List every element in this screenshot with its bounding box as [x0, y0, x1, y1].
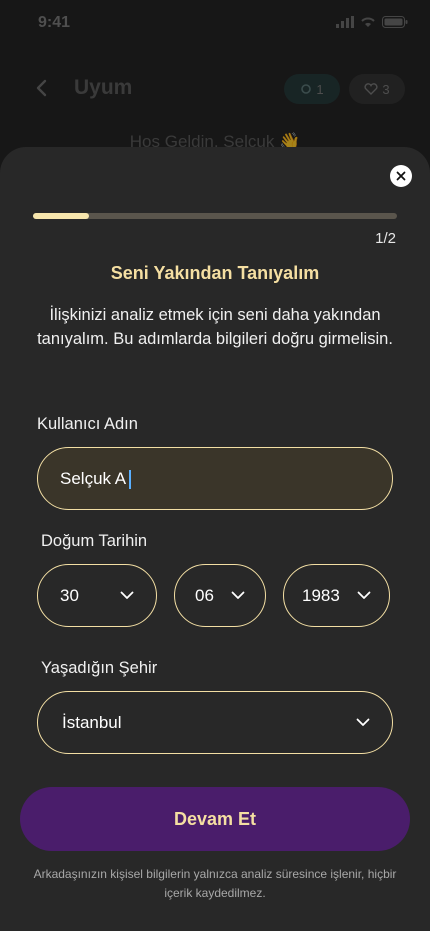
sheet-description: İlişkinizi analiz etmek için seni daha y…: [37, 306, 393, 348]
birth-year-value: 1983: [302, 585, 340, 605]
sheet-title: Seni Yakından Tanıyalım: [110, 263, 320, 283]
birth-day-select[interactable]: 30: [37, 564, 157, 627]
city-label: Yaşadığın Şehir: [41, 659, 158, 677]
close-icon: [396, 171, 406, 181]
birth-date-label: Doğum Tarihin: [41, 532, 148, 550]
progress-fill: [33, 213, 90, 219]
birth-year-select[interactable]: 1983: [283, 564, 390, 627]
city-select[interactable]: İstanbul: [37, 691, 393, 754]
chevron-down-icon: [120, 591, 134, 599]
continue-button[interactable]: Devam Et: [20, 787, 410, 851]
close-button[interactable]: [390, 165, 412, 187]
text-caret: [129, 470, 131, 489]
chevron-down-icon: [231, 591, 245, 599]
birth-month-value: 06: [195, 585, 214, 605]
city-value: İstanbul: [62, 712, 122, 732]
birth-month-select[interactable]: 06: [174, 564, 266, 627]
step-counter: 1/2: [375, 230, 396, 247]
progress-bar: [33, 213, 397, 219]
chevron-down-icon: [357, 591, 371, 599]
chevron-down-icon: [356, 718, 370, 726]
birth-day-value: 30: [60, 585, 79, 605]
privacy-note: Arkadaşınızın kişisel bilgilerin yalnızc…: [33, 867, 397, 900]
username-field[interactable]: [37, 447, 393, 510]
continue-button-label: Devam Et: [173, 808, 257, 829]
onboarding-sheet: 1/2 Seni Yakından Tanıyalım İlişkinizi a…: [0, 147, 430, 931]
username-label: Kullanıcı Adın: [37, 415, 138, 433]
username-input[interactable]: [60, 448, 360, 509]
